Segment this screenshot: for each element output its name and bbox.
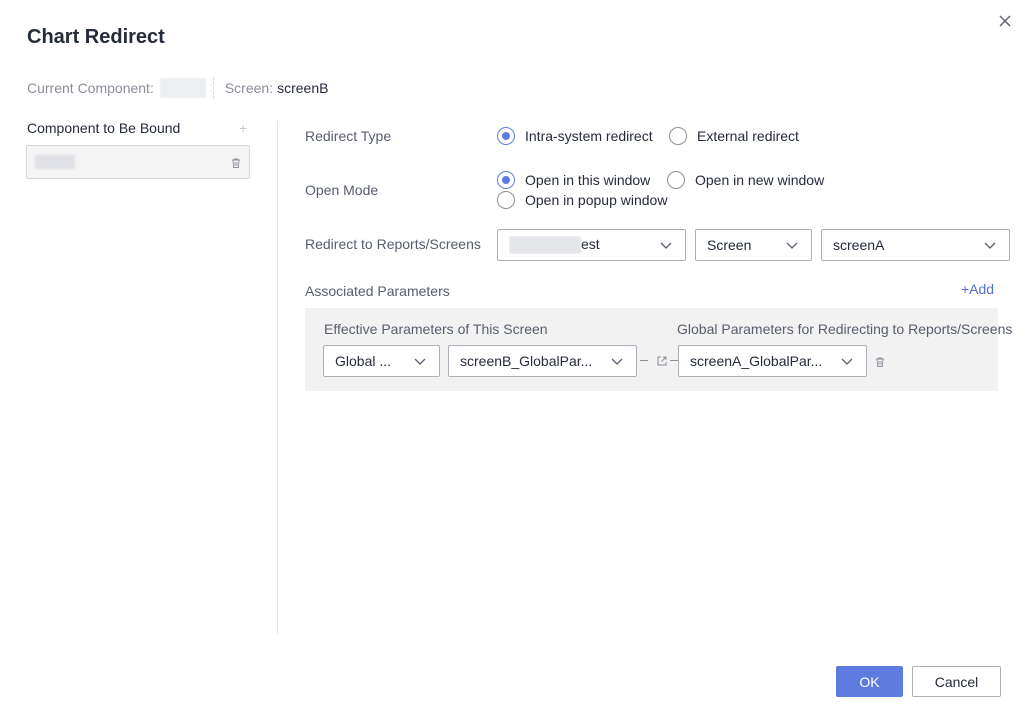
radio-circle	[497, 127, 515, 145]
radio-label: Open in popup window	[525, 192, 668, 208]
divider	[212, 77, 214, 99]
radio-circle	[497, 191, 515, 209]
chevron-down-icon	[610, 354, 624, 368]
connector-line	[670, 360, 678, 361]
chevron-down-icon	[983, 238, 997, 252]
target-screen-value: screenA	[833, 237, 885, 253]
current-component-value-masked	[159, 78, 206, 98]
associated-parameters-label: Associated Parameters	[305, 283, 450, 299]
radio-open-in-new-window[interactable]: Open in new window	[667, 171, 824, 189]
component-to-be-bound-heading: Component to Be Bound	[27, 120, 181, 136]
chevron-down-icon	[840, 354, 854, 368]
external-link-icon[interactable]	[656, 354, 668, 366]
radio-open-in-popup-window[interactable]: Open in popup window	[497, 191, 667, 209]
parameter-mapping-box: Effective Parameters of This Screen Glob…	[305, 308, 1012, 391]
radio-circle	[667, 171, 685, 189]
redirect-type-label: Redirect Type	[305, 128, 392, 144]
chevron-down-icon	[785, 238, 799, 252]
radio-label: Intra-system redirect	[525, 128, 653, 144]
delete-icon[interactable]	[874, 355, 886, 367]
screen-value: screenB	[277, 80, 329, 96]
delete-icon[interactable]	[230, 156, 242, 168]
connector-line	[640, 360, 648, 361]
cancel-button[interactable]: Cancel	[912, 666, 1001, 697]
report-select[interactable]: est	[497, 229, 686, 261]
redirect-target-label: Redirect to Reports/Screens	[305, 236, 481, 252]
parameter-scope-select[interactable]: Global ...	[323, 345, 440, 377]
target-parameter-value: screenA_GlobalPar...	[690, 353, 823, 369]
target-type-value: Screen	[707, 237, 752, 253]
screen-label: Screen:	[224, 80, 274, 96]
radio-intra-system-redirect[interactable]: Intra-system redirect	[497, 127, 653, 145]
current-component-label: Current Component:	[27, 80, 154, 96]
global-parameters-header: Global Parameters for Redirecting to Rep…	[677, 321, 1013, 337]
radio-external-redirect[interactable]: External redirect	[669, 127, 799, 145]
radio-circle	[669, 127, 687, 145]
open-mode-label: Open Mode	[305, 182, 379, 198]
radio-label: Open in this window	[525, 172, 651, 188]
radio-circle	[497, 171, 515, 189]
radio-open-in-this-window[interactable]: Open in this window	[497, 171, 650, 189]
target-screen-select[interactable]: screenA	[821, 229, 1010, 261]
add-parameter-link[interactable]: +Add	[961, 281, 994, 297]
close-icon[interactable]	[996, 12, 1014, 30]
target-parameter-select[interactable]: screenA_GlobalPar...	[678, 345, 867, 377]
chevron-down-icon	[659, 238, 673, 252]
parameter-scope-value: Global ...	[335, 353, 392, 369]
ok-button[interactable]: OK	[836, 666, 903, 697]
report-name-masked	[509, 236, 581, 255]
add-component-icon[interactable]: +	[239, 120, 247, 136]
effective-parameters-header: Effective Parameters of This Screen	[324, 321, 548, 337]
target-type-select[interactable]: Screen	[695, 229, 812, 261]
chevron-down-icon	[413, 354, 427, 368]
radio-label: External redirect	[697, 128, 799, 144]
report-select-value: est	[581, 235, 600, 252]
panel-divider	[277, 121, 278, 634]
chart-redirect-dialog: Chart Redirect Current Component: Screen…	[0, 0, 1026, 718]
source-parameter-value: screenB_GlobalPar...	[460, 353, 593, 369]
current-component-row: Current Component: Screen: screenB	[27, 77, 329, 99]
source-parameter-select[interactable]: screenB_GlobalPar...	[448, 345, 637, 377]
dialog-title: Chart Redirect	[27, 26, 165, 48]
bound-component-item[interactable]	[26, 145, 250, 179]
bound-component-name-masked	[35, 155, 75, 169]
radio-label: Open in new window	[695, 172, 825, 188]
